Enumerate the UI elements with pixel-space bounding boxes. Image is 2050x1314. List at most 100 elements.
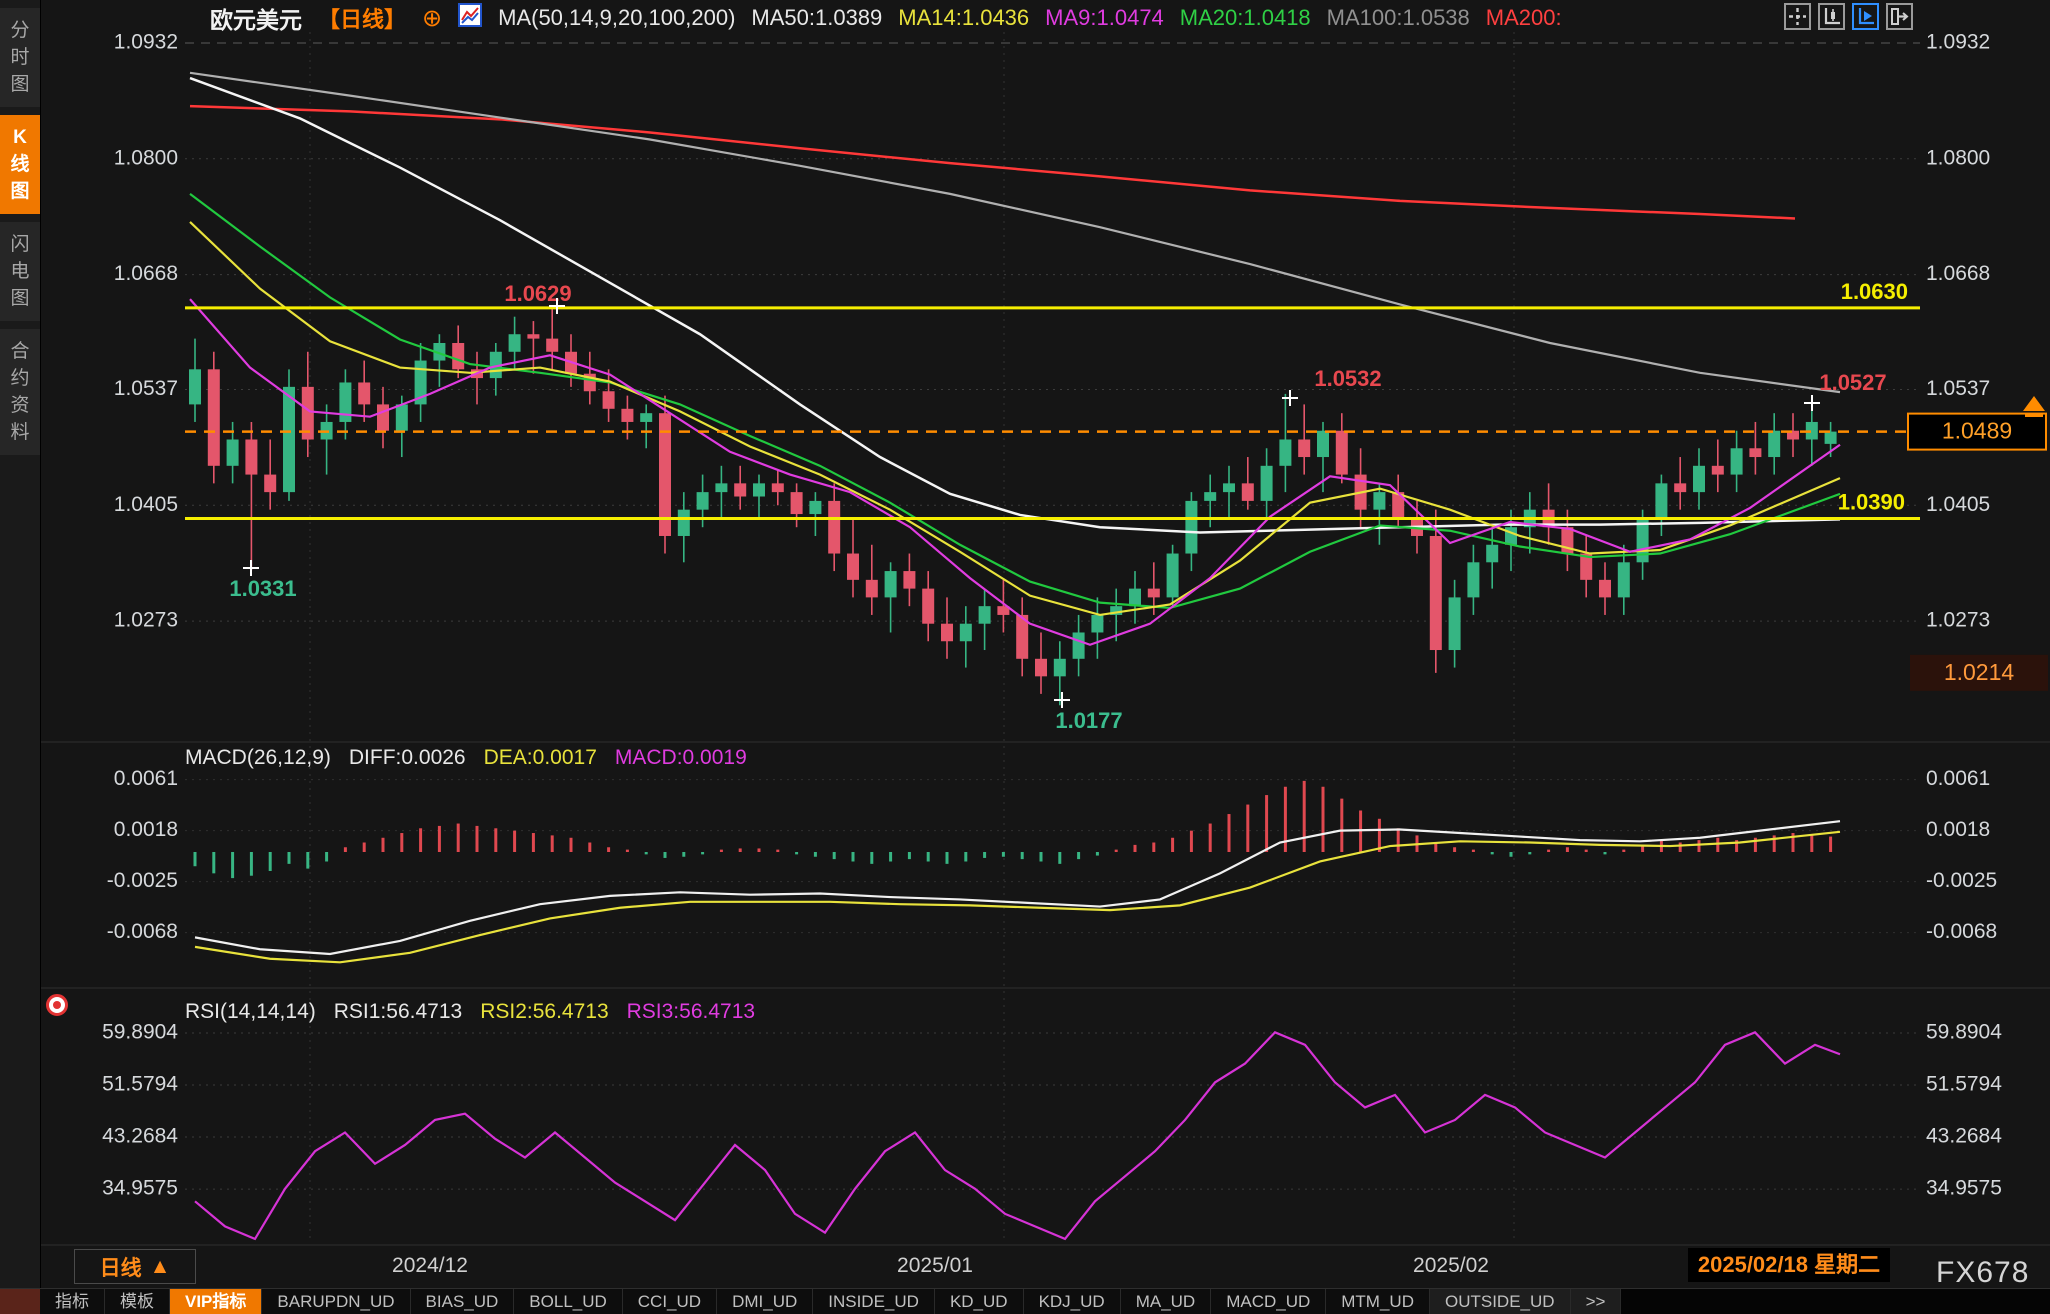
- tab-insideud[interactable]: INSIDE_UD: [813, 1289, 935, 1314]
- sidebar-item-kline-chart[interactable]: K线图: [0, 115, 40, 214]
- tab-barupdnud[interactable]: BARUPDN_UD: [262, 1289, 410, 1314]
- macd-dea-line: [195, 832, 1840, 962]
- indicator-tabbar: 指标模板VIP指标BARUPDN_UDBIAS_UDBOLL_UDCCI_UDD…: [0, 1288, 2050, 1314]
- record-dot-icon[interactable]: [46, 994, 68, 1016]
- candle-body: [1336, 431, 1348, 475]
- candle-body: [1712, 466, 1724, 475]
- tab-biasud[interactable]: BIAS_UD: [411, 1289, 515, 1314]
- ma50-value: MA50:1.0389: [751, 5, 882, 31]
- tab-kdud[interactable]: KD_UD: [935, 1289, 1024, 1314]
- candle-body: [960, 624, 972, 642]
- axis-label: 1.0537: [1926, 377, 1990, 400]
- tab-[interactable]: 指标: [40, 1289, 105, 1314]
- tab-bollud[interactable]: BOLL_UD: [514, 1289, 622, 1314]
- candle-body: [1449, 597, 1461, 650]
- x-axis-label: 2025/02: [1413, 1254, 1489, 1277]
- chart-toolbar: [1784, 3, 1913, 30]
- level-label: 1.0390: [1838, 489, 1905, 514]
- axis-label: 0.0018: [114, 818, 178, 841]
- chart-type-sidebar: 分时图 K线图闪电图合约资料: [0, 0, 41, 1314]
- add-compare-icon[interactable]: ⊕: [422, 4, 442, 33]
- rsi-line: [195, 1032, 1840, 1239]
- candle-body: [603, 391, 615, 409]
- axis-label: -0.0068: [107, 920, 178, 943]
- axis-label: -0.0068: [1926, 920, 1997, 943]
- candle-body: [1129, 589, 1141, 607]
- candle-body: [809, 501, 821, 514]
- period-tag[interactable]: 【日线】: [318, 2, 406, 34]
- chart-canvas[interactable]: 1.06301.03901.04891.02141.09321.09321.08…: [0, 0, 2050, 1314]
- period-selector[interactable]: 日线 ▲: [74, 1249, 196, 1284]
- candle-body: [1674, 483, 1686, 492]
- axis-label: 1.0932: [1926, 31, 1990, 54]
- ma-line-ma200: [190, 106, 1795, 218]
- ma9-value: MA9:1.0474: [1045, 5, 1164, 31]
- mini-chart-icon[interactable]: [458, 3, 482, 33]
- axis-label: 1.0800: [114, 146, 178, 169]
- candle-body: [1279, 439, 1291, 465]
- candle-body: [1505, 527, 1517, 545]
- candle-body: [1599, 580, 1611, 598]
- candle-body: [1655, 483, 1667, 518]
- candle-body: [640, 413, 652, 422]
- ma-line-ma50: [190, 78, 1840, 532]
- axis-label: 59.8904: [102, 1021, 178, 1044]
- axis-label: 1.0668: [1926, 262, 1990, 285]
- ma-params-label: MA(50,14,9,20,100,200): [498, 5, 735, 31]
- sidebar-item-time-chart[interactable]: 分时图: [0, 8, 40, 107]
- tab-dmiud[interactable]: DMI_UD: [717, 1289, 813, 1314]
- period-label: 日线: [100, 1252, 142, 1282]
- candle-body: [1298, 439, 1310, 457]
- axis-candle-tool-button[interactable]: [1818, 3, 1845, 30]
- candle-body: [283, 387, 295, 492]
- candle-body: [1373, 492, 1385, 510]
- candle-body: [227, 439, 239, 465]
- tab-vip[interactable]: VIP指标: [170, 1289, 262, 1314]
- axis-label: 1.0668: [114, 262, 178, 285]
- rsi-header: RSI(14,14,14) RSI1:56.4713 RSI2:56.4713 …: [185, 999, 755, 1025]
- rsi1-value: RSI1:56.4713: [334, 1000, 462, 1024]
- axis-label: 59.8904: [1926, 1021, 2002, 1044]
- candle-body: [1749, 448, 1761, 457]
- tab-kdjud[interactable]: KDJ_UD: [1024, 1289, 1121, 1314]
- axis-label: -0.0025: [1926, 869, 1997, 892]
- price-up-arrow-icon: [2023, 396, 2045, 411]
- candle-body: [922, 589, 934, 624]
- candle-body: [753, 483, 765, 496]
- sidebar-item-contract-info[interactable]: 合约资料: [0, 329, 40, 455]
- candle-body: [1073, 632, 1085, 658]
- candle-body: [697, 492, 709, 510]
- candle-body: [1825, 432, 1837, 444]
- panel-collapse-tool-button[interactable]: [1886, 3, 1913, 30]
- candle-body: [1242, 483, 1254, 501]
- tab-outsideud[interactable]: OUTSIDE_UD: [1430, 1289, 1571, 1314]
- tab-mtmud[interactable]: MTM_UD: [1326, 1289, 1430, 1314]
- macd-macd-value: MACD:0.0019: [615, 746, 747, 770]
- tab-maud[interactable]: MA_UD: [1121, 1289, 1212, 1314]
- macd-diff-value: DIFF:0.0026: [349, 746, 466, 770]
- tab-cciud[interactable]: CCI_UD: [623, 1289, 717, 1314]
- candle-body: [546, 339, 558, 352]
- candle-body: [208, 369, 220, 465]
- tab-macdud[interactable]: MACD_UD: [1211, 1289, 1326, 1314]
- macd-params-label: MACD(26,12,9): [185, 746, 331, 770]
- crosshair-tool-button[interactable]: [1784, 3, 1811, 30]
- candle-body: [1185, 501, 1197, 554]
- instrument-name: 欧元美元: [210, 1, 302, 35]
- macd-diff-line: [195, 821, 1840, 954]
- candle-body: [866, 580, 878, 598]
- candle-body: [1054, 659, 1066, 677]
- rsi3-value: RSI3:56.4713: [627, 1000, 755, 1024]
- candle-body: [885, 571, 897, 597]
- tab-[interactable]: >>: [1571, 1289, 1622, 1314]
- ma100-value: MA100:1.0538: [1327, 5, 1470, 31]
- x-axis-label: 2025/01: [897, 1254, 973, 1277]
- candle-body: [1467, 562, 1479, 597]
- tab-[interactable]: 模板: [105, 1289, 170, 1314]
- sidebar-item-lightning-chart[interactable]: 闪电图: [0, 222, 40, 321]
- axis-play-tool-button[interactable]: [1852, 3, 1879, 30]
- axis-label: 1.0405: [1926, 493, 1990, 516]
- rsi2-value: RSI2:56.4713: [480, 1000, 608, 1024]
- rsi-params-label: RSI(14,14,14): [185, 1000, 316, 1024]
- axis-label: 43.2684: [102, 1125, 178, 1148]
